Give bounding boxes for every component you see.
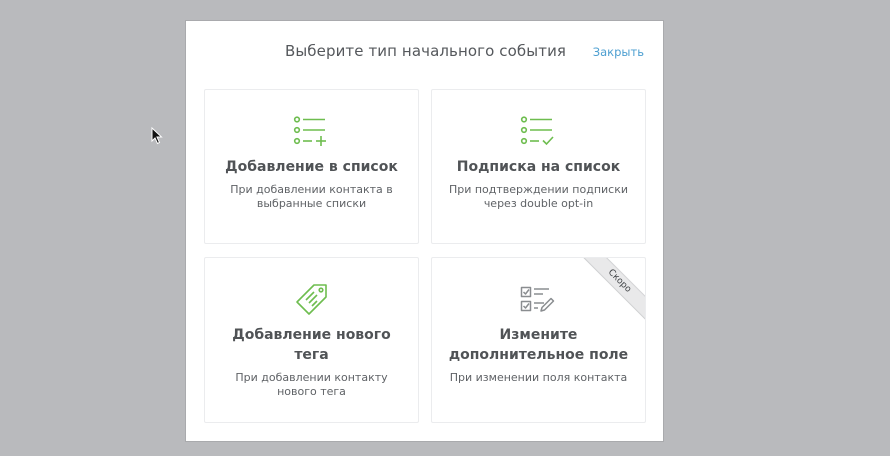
list-check-icon bbox=[520, 116, 554, 146]
tag-icon bbox=[295, 284, 327, 315]
card-description: При изменении поля контакта bbox=[449, 371, 628, 384]
card-add-to-list[interactable]: Добавление в список При добавлении конта… bbox=[204, 89, 419, 244]
card-title: Добавление нового тега bbox=[232, 327, 391, 363]
card-subscribe-to-list[interactable]: Подписка на список При подтверждении под… bbox=[431, 89, 646, 244]
start-event-modal: Выберите тип начального события Закрыть … bbox=[185, 20, 664, 442]
card-title: Измените дополнительное поле bbox=[448, 327, 629, 363]
mouse-cursor-icon bbox=[151, 127, 163, 145]
checklist-edit-icon bbox=[520, 286, 554, 312]
card-description: При добавлении контакта в выбранные спис… bbox=[230, 183, 393, 210]
coming-soon-ribbon: Скоро bbox=[576, 258, 645, 327]
card-title: Подписка на список bbox=[456, 159, 621, 175]
card-change-custom-field[interactable]: Измените дополнительное поле При изменен… bbox=[431, 257, 646, 423]
card-add-new-tag[interactable]: Добавление нового тега При добавлении ко… bbox=[204, 257, 419, 423]
close-link[interactable]: Закрыть bbox=[593, 45, 644, 59]
coming-soon-badge: Скоро bbox=[576, 258, 645, 326]
card-description: При добавлении контакту нового тега bbox=[235, 371, 388, 398]
card-title: Добавление в список bbox=[225, 159, 398, 175]
card-description: При подтверждении подписки через double … bbox=[448, 183, 629, 210]
list-add-icon bbox=[293, 116, 326, 146]
